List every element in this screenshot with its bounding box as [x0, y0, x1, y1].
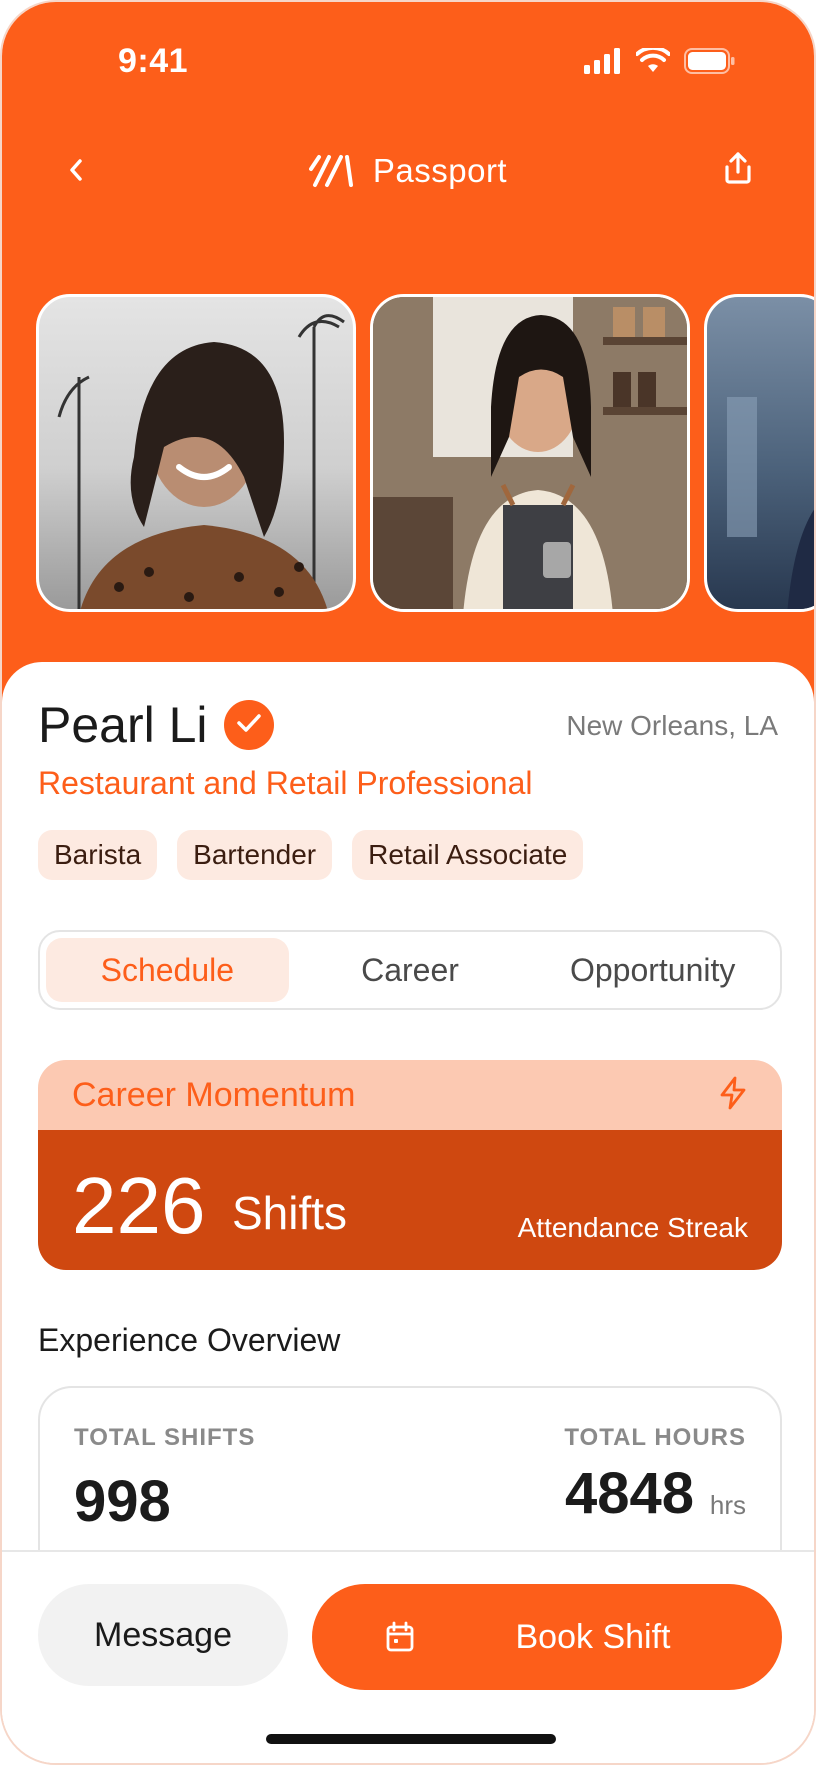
page-title: Passport — [372, 152, 508, 189]
home-indicator — [266, 1734, 556, 1744]
profile-photo-1[interactable] — [36, 294, 356, 612]
shifts-unit: Shifts — [232, 1187, 348, 1239]
skill-tag: Retail Associate — [352, 830, 584, 880]
career-momentum-card: Career Momentum 226 Shifts Attendance St… — [38, 1060, 782, 1270]
career-momentum-title: Career Momentum — [72, 1075, 356, 1114]
total-hours-label: TOTAL HOURS — [564, 1424, 746, 1451]
calendar-icon — [384, 1621, 416, 1653]
book-shift-button[interactable]: Book Shift — [312, 1584, 782, 1690]
tab-opportunity[interactable]: Opportunity — [531, 938, 774, 1002]
tab-career[interactable]: Career — [289, 938, 532, 1002]
attendance-streak-label: Attendance Streak — [517, 1212, 748, 1243]
segmented-tabs: Schedule Career Opportunity — [38, 930, 782, 1010]
message-button[interactable]: Message — [38, 1584, 288, 1686]
total-shifts-label: TOTAL SHIFTS — [74, 1424, 256, 1451]
share-icon — [723, 151, 753, 190]
profile-photo-2[interactable] — [370, 294, 690, 612]
photo-carousel[interactable] — [36, 294, 814, 612]
nav-title-group: Passport — [2, 152, 814, 190]
profile-location: New Orleans, LA — [566, 710, 778, 741]
signal-icon — [584, 48, 622, 79]
checkmark-icon — [236, 712, 262, 739]
career-momentum-body: 226 Shifts Attendance Streak — [38, 1130, 782, 1270]
total-shifts-value: 998 — [74, 1469, 171, 1534]
profile-role: Restaurant and Retail Professional — [38, 765, 533, 801]
total-hours-value: 4848 — [564, 1461, 694, 1526]
career-momentum-header: Career Momentum — [38, 1060, 782, 1130]
wifi-icon — [635, 45, 671, 79]
status-time: 9:41 — [118, 42, 189, 80]
tab-schedule[interactable]: Schedule — [46, 938, 289, 1002]
book-shift-label: Book Shift — [515, 1617, 671, 1656]
total-hours-unit: hrs — [709, 1490, 746, 1520]
skill-tags: Barista Bartender Retail Associate — [38, 830, 584, 880]
lightning-icon — [718, 1076, 748, 1115]
status-icons — [584, 45, 736, 79]
skill-tag: Barista — [38, 830, 158, 880]
profile-name: Pearl Li — [38, 697, 208, 753]
battery-icon — [684, 48, 736, 79]
passport-logo-icon — [308, 153, 355, 189]
share-button[interactable] — [718, 148, 758, 192]
skill-tag: Bartender — [177, 830, 333, 880]
experience-overview-title: Experience Overview — [38, 1322, 341, 1358]
profile-photo-3[interactable] — [704, 294, 814, 612]
shifts-count: 226 — [72, 1161, 206, 1250]
verified-badge — [224, 700, 274, 750]
phone-frame: 9:41 Passport Pearl Li New Orleans, LA R… — [0, 0, 816, 1765]
